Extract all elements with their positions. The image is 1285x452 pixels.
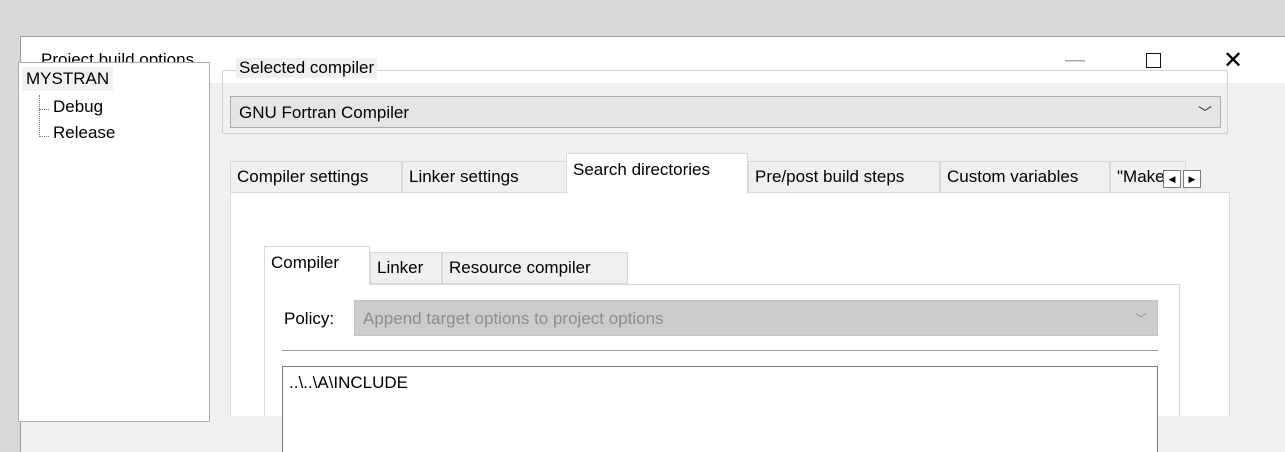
compiler-select-value: GNU Fortran Compiler — [239, 103, 410, 122]
tree-item-label: Debug — [53, 97, 104, 116]
subtab-resource-compiler[interactable]: Resource compiler — [442, 252, 628, 284]
tree-item-release[interactable]: Release — [45, 123, 115, 143]
chevron-down-icon: ﹀ — [1134, 312, 1147, 326]
tab-label: Search directories — [573, 160, 711, 179]
selected-compiler-label: Selected compiler — [236, 58, 378, 78]
tab-scroll-buttons: ◀ ▶ — [1163, 170, 1203, 188]
divider — [282, 350, 1158, 351]
tree-item-debug[interactable]: Debug — [45, 97, 103, 117]
subtab-compiler[interactable]: Compiler — [264, 246, 370, 285]
tab-label: Pre/post build steps — [755, 167, 905, 186]
policy-label: Policy: — [284, 309, 335, 328]
subtab-linker[interactable]: Linker — [370, 252, 442, 284]
minimize-icon: — — [1065, 48, 1085, 71]
maximize-icon — [1145, 52, 1161, 68]
tab-label: Custom variables — [947, 167, 1079, 186]
tab-compiler-settings[interactable]: Compiler settings — [230, 161, 402, 193]
tab-custom-variables[interactable]: Custom variables — [940, 161, 1110, 193]
tree-item-label: Release — [53, 123, 116, 142]
tree-connector — [39, 95, 40, 137]
subtab-label: Linker — [377, 258, 424, 277]
arrow-right-icon: ▶ — [1188, 173, 1196, 184]
tab-label: Compiler settings — [237, 167, 369, 186]
chevron-down-icon: ﹀ — [1198, 105, 1212, 121]
tree-item-mystran[interactable]: MYSTRAN — [22, 67, 114, 91]
subtab-label: Resource compiler — [449, 258, 591, 277]
policy-select[interactable]: Append target options to project options… — [354, 300, 1158, 336]
tab-search-directories[interactable]: Search directories — [566, 153, 748, 194]
tab-linker-settings[interactable]: Linker settings — [402, 161, 568, 193]
compiler-select[interactable]: GNU Fortran Compiler ﹀ — [230, 96, 1221, 128]
arrow-left-icon: ◀ — [1168, 173, 1176, 184]
policy-select-value: Append target options to project options — [363, 309, 664, 328]
tab-scroll-right-button[interactable]: ▶ — [1183, 170, 1201, 188]
subtab-label: Compiler — [271, 253, 340, 272]
targets-tree[interactable]: MYSTRAN Debug Release — [18, 62, 210, 422]
tab-scroll-left-button[interactable]: ◀ — [1163, 170, 1181, 188]
tab-label: Linker settings — [409, 167, 519, 186]
directories-list[interactable]: ..\..\A\INCLUDE — [282, 366, 1158, 452]
tab-pre-post-build-steps[interactable]: Pre/post build steps — [748, 161, 940, 193]
list-item[interactable]: ..\..\A\INCLUDE — [289, 373, 408, 393]
